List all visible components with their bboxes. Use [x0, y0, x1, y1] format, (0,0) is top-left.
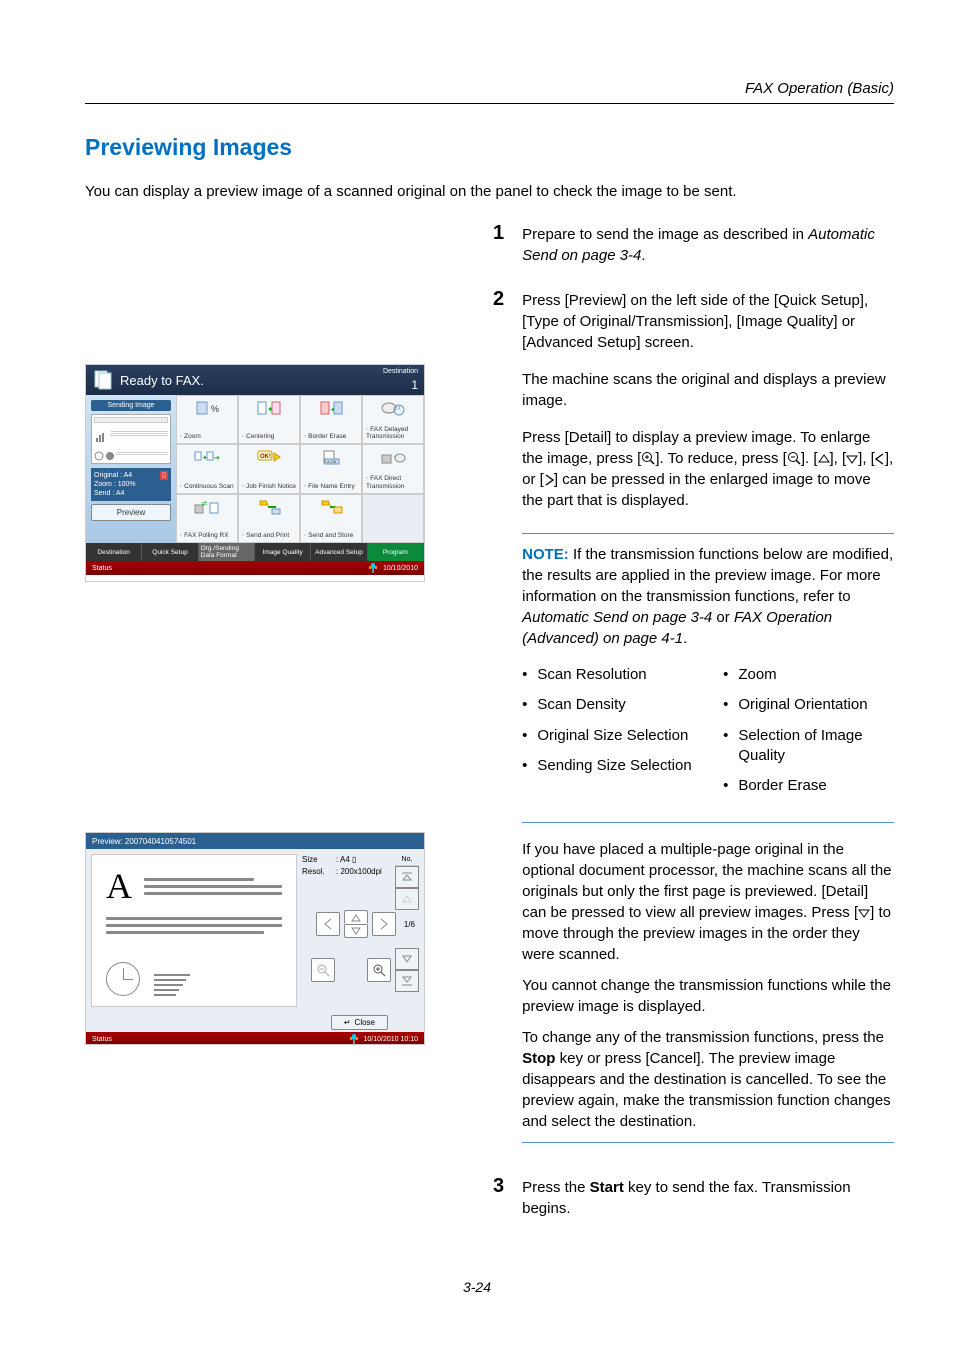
page-top-button[interactable] — [395, 866, 419, 888]
zoom-out-icon — [787, 451, 801, 465]
step-2-body: Press [Preview] on the left side of the … — [522, 288, 894, 1153]
left-icon — [875, 453, 885, 465]
destination-label: Destination — [383, 368, 418, 375]
cell-continuous-scan[interactable]: ✦➔Continuous Scan — [176, 444, 238, 493]
intro-text: You can display a preview image of a sca… — [85, 183, 894, 200]
page-up-button[interactable] — [395, 888, 419, 910]
step-1-num: 1 — [493, 222, 504, 266]
status-label[interactable]: Status — [92, 565, 112, 572]
bullet-item: Selection of Image Quality — [723, 726, 894, 767]
zoom-in-icon — [641, 451, 655, 465]
meta-block: Original : A4 ▯ Zoom : 100% Send : A4 — [91, 468, 171, 501]
multi-p3: To change any of the transmission functi… — [522, 1027, 894, 1132]
up-icon — [818, 454, 830, 464]
resol-label: Resol. — [302, 866, 336, 878]
tab-quick-setup[interactable]: Quick Setup — [142, 543, 198, 561]
preview-canvas: A — [91, 854, 297, 1007]
orient-icon: ▯ — [352, 855, 356, 864]
cell-fax-polling[interactable]: ⇄FAX Polling RX — [176, 494, 238, 543]
doc-icon — [94, 370, 112, 390]
close-button[interactable]: ↵Close — [331, 1015, 388, 1030]
svg-text:A OK: A OK — [327, 459, 337, 464]
nav-right-button[interactable] — [372, 912, 396, 936]
page-down-button[interactable] — [395, 948, 419, 970]
bullet-item: Scan Resolution — [522, 665, 693, 685]
svg-text:%: % — [211, 404, 219, 414]
down-icon — [846, 454, 858, 464]
orient-icon: ▯ — [160, 471, 168, 480]
preview-screenshot: Preview: 2007040410574501 A — [85, 832, 425, 1045]
clock-icon — [106, 962, 140, 996]
cell-zoom[interactable]: %Zoom — [176, 395, 238, 444]
cell-border-erase[interactable]: ✦Border Erase — [300, 395, 362, 444]
page-bottom-button[interactable] — [395, 970, 419, 992]
step-1-body: Prepare to send the image as described i… — [522, 222, 894, 266]
bullet-list: Scan Resolution Scan Density Original Si… — [522, 665, 894, 806]
option-grid: %Zoom ✦Centering ✦Border Erase FAX Delay… — [176, 395, 424, 543]
tab-image-quality[interactable]: Image Quality — [255, 543, 311, 561]
page-number: 3-24 — [0, 1279, 954, 1295]
tab-advanced-setup[interactable]: Advanced Setup — [311, 543, 367, 561]
tab-org-sending[interactable]: Org./Sending Data Format — [199, 543, 255, 561]
cell-job-finish[interactable]: OK!Job Finish Notice — [238, 444, 300, 493]
cell-centering[interactable]: ✦Centering — [238, 395, 300, 444]
page-indicator: 1/6 — [404, 920, 415, 929]
cell-fax-direct[interactable]: ✦FAX Direct Transmission — [362, 444, 424, 493]
preview-title: Preview: 2007040410574501 — [86, 833, 424, 849]
step-3-body: Press the Start key to send the fax. Tra… — [522, 1175, 894, 1219]
tab-program[interactable]: Program — [368, 543, 424, 561]
cell-send-store[interactable]: Send and Store — [300, 494, 362, 543]
bullet-item: Scan Density — [522, 695, 693, 715]
header-rule — [85, 103, 894, 104]
fax-screenshot: Ready to FAX. Destination 1 Sending Imag… — [85, 364, 425, 582]
bullet-item: Original Orientation — [723, 695, 894, 715]
size-label: Size — [302, 854, 336, 866]
step-3-num: 3 — [493, 1175, 504, 1219]
status-label[interactable]: Status — [92, 1036, 112, 1043]
thumbnail — [91, 414, 171, 464]
nav-left-button[interactable] — [316, 912, 340, 936]
sending-image-title: Sending Image — [91, 400, 171, 411]
down-icon — [858, 908, 870, 918]
bullet-item: Border Erase — [723, 776, 894, 796]
cell-send-print[interactable]: Send and Print — [238, 494, 300, 543]
ready-title: Ready to FAX. — [120, 373, 204, 388]
bullet-item: Original Size Selection — [522, 726, 693, 746]
cell-fax-delayed[interactable]: FAX Delayed Transmission — [362, 395, 424, 444]
letter-a-icon: A — [106, 865, 132, 907]
status-date: 10/10/2010 — [383, 565, 418, 572]
preview-button[interactable]: Preview — [91, 504, 171, 521]
nav-up-button[interactable] — [344, 910, 368, 924]
cell-empty — [362, 494, 424, 543]
mic-icon — [350, 1034, 358, 1044]
step-2-num: 2 — [493, 288, 504, 1153]
right-icon — [544, 474, 554, 486]
cell-file-name[interactable]: A OKFile Name Entry — [300, 444, 362, 493]
mic-icon — [369, 563, 377, 573]
nav-down-button[interactable] — [344, 924, 368, 938]
tab-destination[interactable]: Destination — [86, 543, 142, 561]
multi-p2: You cannot change the transmission funct… — [522, 975, 894, 1017]
page-header: FAX Operation (Basic) — [85, 80, 894, 97]
bullet-item: Zoom — [723, 665, 894, 685]
enter-icon: ↵ — [344, 1018, 351, 1027]
multi-p1: If you have placed a multiple-page origi… — [522, 839, 894, 965]
page-title: Previewing Images — [85, 134, 894, 161]
bullet-item: Sending Size Selection — [522, 756, 693, 776]
status-date: 10/10/2010 10:10 — [364, 1036, 419, 1043]
no-label: No. — [395, 854, 419, 866]
destination-count: 1 — [411, 378, 418, 392]
svg-text:OK!: OK! — [260, 454, 271, 460]
svg-text:⇄: ⇄ — [202, 500, 207, 507]
svg-text:➔: ➔ — [214, 455, 220, 462]
note-text: NOTE: If the transmission functions belo… — [522, 544, 894, 649]
size-value: : A4 ▯ — [336, 854, 356, 866]
zoom-in-button[interactable] — [367, 958, 391, 982]
resol-value: : 200x100dpi — [336, 866, 382, 878]
zoom-out-button[interactable] — [311, 958, 335, 982]
